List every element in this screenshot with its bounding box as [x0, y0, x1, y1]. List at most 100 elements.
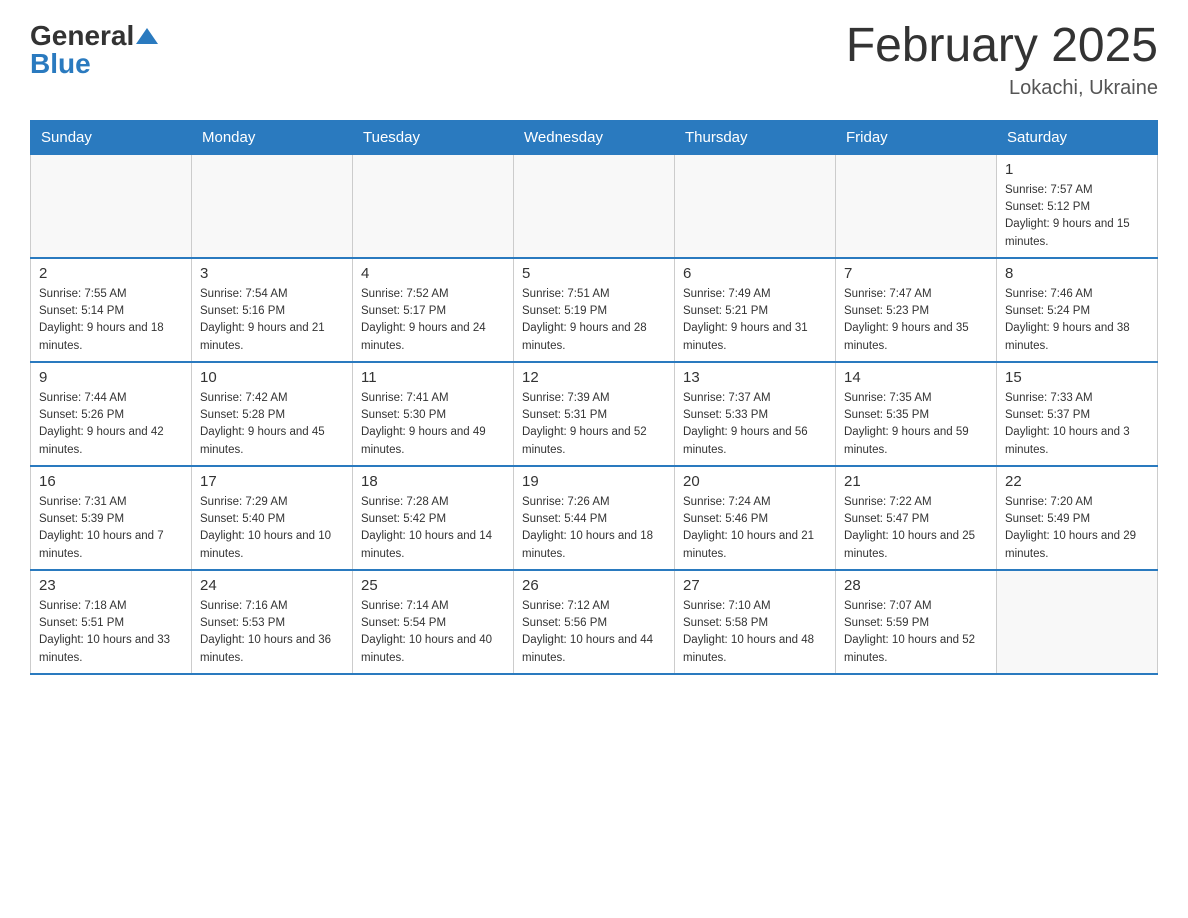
logo: General Blue: [30, 20, 158, 80]
day-info: Sunrise: 7:29 AMSunset: 5:40 PMDaylight:…: [200, 494, 344, 563]
calendar-week-row: 1 Sunrise: 7:57 AMSunset: 5:12 PMDaylight…: [31, 154, 1158, 258]
calendar-day-cell: 25 Sunrise: 7:14 AMSunset: 5:54 PMDayligh…: [353, 570, 514, 674]
calendar-day-cell: 3 Sunrise: 7:54 AMSunset: 5:16 PMDaylight…: [192, 258, 353, 362]
calendar-day-header: Friday: [836, 120, 997, 154]
day-number: 19: [522, 473, 666, 490]
day-number: 8: [1005, 265, 1149, 282]
day-info: Sunrise: 7:26 AMSunset: 5:44 PMDaylight:…: [522, 494, 666, 563]
calendar-day-cell: 22 Sunrise: 7:20 AMSunset: 5:49 PMDayligh…: [997, 466, 1158, 570]
calendar-day-header: Sunday: [31, 120, 192, 154]
day-number: 5: [522, 265, 666, 282]
calendar-day-cell: 27Sunrise: 7:10 AMSunset: 5:58 PMDayligh…: [675, 570, 836, 674]
calendar-day-cell: 6 Sunrise: 7:49 AMSunset: 5:21 PMDaylight…: [675, 258, 836, 362]
calendar-day-cell: 10Sunrise: 7:42 AMSunset: 5:28 PMDayligh…: [192, 362, 353, 466]
day-info: Sunrise: 7:12 AMSunset: 5:56 PMDaylight:…: [522, 598, 666, 667]
calendar-day-cell: 26Sunrise: 7:12 AMSunset: 5:56 PMDayligh…: [514, 570, 675, 674]
calendar-day-cell: 8 Sunrise: 7:46 AMSunset: 5:24 PMDaylight…: [997, 258, 1158, 362]
day-info: Sunrise: 7:47 AMSunset: 5:23 PMDaylight:…: [844, 286, 988, 355]
day-info: Sunrise: 7:22 AMSunset: 5:47 PMDaylight:…: [844, 494, 988, 563]
calendar-day-cell: 13 Sunrise: 7:37 AMSunset: 5:33 PMDayligh…: [675, 362, 836, 466]
day-number: 7: [844, 265, 988, 282]
calendar-day-cell: [514, 154, 675, 258]
calendar-day-cell: 2 Sunrise: 7:55 AMSunset: 5:14 PMDaylight…: [31, 258, 192, 362]
day-info: Sunrise: 7:35 AMSunset: 5:35 PMDaylight:…: [844, 390, 988, 459]
day-info: Sunrise: 7:31 AMSunset: 5:39 PMDaylight:…: [39, 494, 183, 563]
day-info: Sunrise: 7:55 AMSunset: 5:14 PMDaylight:…: [39, 286, 183, 355]
day-number: 23: [39, 577, 183, 594]
calendar-day-cell: 21 Sunrise: 7:22 AMSunset: 5:47 PMDayligh…: [836, 466, 997, 570]
location-label: Lokachi, Ukraine: [846, 77, 1158, 100]
day-number: 18: [361, 473, 505, 490]
calendar-day-cell: [353, 154, 514, 258]
calendar-day-cell: 15 Sunrise: 7:33 AMSunset: 5:37 PMDayligh…: [997, 362, 1158, 466]
day-info: Sunrise: 7:54 AMSunset: 5:16 PMDaylight:…: [200, 286, 344, 355]
day-info: Sunrise: 7:49 AMSunset: 5:21 PMDaylight:…: [683, 286, 827, 355]
day-number: 14: [844, 369, 988, 386]
day-number: 22: [1005, 473, 1149, 490]
calendar-day-cell: 4Sunrise: 7:52 AMSunset: 5:17 PMDaylight…: [353, 258, 514, 362]
calendar-day-cell: 11 Sunrise: 7:41 AMSunset: 5:30 PMDayligh…: [353, 362, 514, 466]
calendar-day-cell: [675, 154, 836, 258]
day-info: Sunrise: 7:24 AMSunset: 5:46 PMDaylight:…: [683, 494, 827, 563]
day-number: 25: [361, 577, 505, 594]
calendar-day-cell: 17 Sunrise: 7:29 AMSunset: 5:40 PMDayligh…: [192, 466, 353, 570]
day-number: 20: [683, 473, 827, 490]
day-number: 6: [683, 265, 827, 282]
page-header: General Blue February 2025 Lokachi, Ukra…: [30, 20, 1158, 100]
calendar-week-row: 16 Sunrise: 7:31 AMSunset: 5:39 PMDayligh…: [31, 466, 1158, 570]
day-info: Sunrise: 7:46 AMSunset: 5:24 PMDaylight:…: [1005, 286, 1149, 355]
day-info: Sunrise: 7:41 AMSunset: 5:30 PMDaylight:…: [361, 390, 505, 459]
day-number: 2: [39, 265, 183, 282]
day-number: 16: [39, 473, 183, 490]
day-info: Sunrise: 7:33 AMSunset: 5:37 PMDaylight:…: [1005, 390, 1149, 459]
day-info: Sunrise: 7:39 AMSunset: 5:31 PMDaylight:…: [522, 390, 666, 459]
day-number: 9: [39, 369, 183, 386]
calendar-day-header: Saturday: [997, 120, 1158, 154]
calendar-day-cell: 1 Sunrise: 7:57 AMSunset: 5:12 PMDaylight…: [997, 154, 1158, 258]
day-info: Sunrise: 7:16 AMSunset: 5:53 PMDaylight:…: [200, 598, 344, 667]
calendar-day-cell: 24 Sunrise: 7:16 AMSunset: 5:53 PMDayligh…: [192, 570, 353, 674]
day-number: 21: [844, 473, 988, 490]
calendar-day-header: Thursday: [675, 120, 836, 154]
calendar-day-header: Wednesday: [514, 120, 675, 154]
calendar-day-cell: 20 Sunrise: 7:24 AMSunset: 5:46 PMDayligh…: [675, 466, 836, 570]
calendar-day-cell: 12 Sunrise: 7:39 AMSunset: 5:31 PMDayligh…: [514, 362, 675, 466]
day-info: Sunrise: 7:14 AMSunset: 5:54 PMDaylight:…: [361, 598, 505, 667]
calendar-day-header: Tuesday: [353, 120, 514, 154]
calendar-day-cell: [836, 154, 997, 258]
day-number: 1: [1005, 161, 1149, 178]
day-number: 15: [1005, 369, 1149, 386]
day-number: 3: [200, 265, 344, 282]
day-info: Sunrise: 7:20 AMSunset: 5:49 PMDaylight:…: [1005, 494, 1149, 563]
calendar-week-row: 9 Sunrise: 7:44 AMSunset: 5:26 PMDaylight…: [31, 362, 1158, 466]
day-info: Sunrise: 7:44 AMSunset: 5:26 PMDaylight:…: [39, 390, 183, 459]
calendar-day-cell: 28 Sunrise: 7:07 AMSunset: 5:59 PMDayligh…: [836, 570, 997, 674]
calendar-day-header: Monday: [192, 120, 353, 154]
calendar-day-cell: 19 Sunrise: 7:26 AMSunset: 5:44 PMDayligh…: [514, 466, 675, 570]
day-info: Sunrise: 7:51 AMSunset: 5:19 PMDaylight:…: [522, 286, 666, 355]
logo-triangle-icon: [136, 28, 158, 44]
day-number: 12: [522, 369, 666, 386]
day-number: 17: [200, 473, 344, 490]
day-info: Sunrise: 7:10 AMSunset: 5:58 PMDaylight:…: [683, 598, 827, 667]
day-info: Sunrise: 7:28 AMSunset: 5:42 PMDaylight:…: [361, 494, 505, 563]
day-number: 11: [361, 369, 505, 386]
day-info: Sunrise: 7:37 AMSunset: 5:33 PMDaylight:…: [683, 390, 827, 459]
calendar-day-cell: 23Sunrise: 7:18 AMSunset: 5:51 PMDayligh…: [31, 570, 192, 674]
day-info: Sunrise: 7:57 AMSunset: 5:12 PMDaylight:…: [1005, 182, 1149, 251]
calendar-day-cell: 16 Sunrise: 7:31 AMSunset: 5:39 PMDayligh…: [31, 466, 192, 570]
calendar-day-cell: 5 Sunrise: 7:51 AMSunset: 5:19 PMDaylight…: [514, 258, 675, 362]
logo-blue-text: Blue: [30, 48, 91, 80]
calendar-day-cell: 7 Sunrise: 7:47 AMSunset: 5:23 PMDaylight…: [836, 258, 997, 362]
day-info: Sunrise: 7:07 AMSunset: 5:59 PMDaylight:…: [844, 598, 988, 667]
day-number: 24: [200, 577, 344, 594]
day-info: Sunrise: 7:52 AMSunset: 5:17 PMDaylight:…: [361, 286, 505, 355]
month-title: February 2025: [846, 20, 1158, 73]
calendar-day-cell: [997, 570, 1158, 674]
calendar-week-row: 23Sunrise: 7:18 AMSunset: 5:51 PMDayligh…: [31, 570, 1158, 674]
calendar-table: SundayMondayTuesdayWednesdayThursdayFrid…: [30, 120, 1158, 675]
day-number: 13: [683, 369, 827, 386]
calendar-week-row: 2 Sunrise: 7:55 AMSunset: 5:14 PMDaylight…: [31, 258, 1158, 362]
day-number: 28: [844, 577, 988, 594]
day-number: 10: [200, 369, 344, 386]
